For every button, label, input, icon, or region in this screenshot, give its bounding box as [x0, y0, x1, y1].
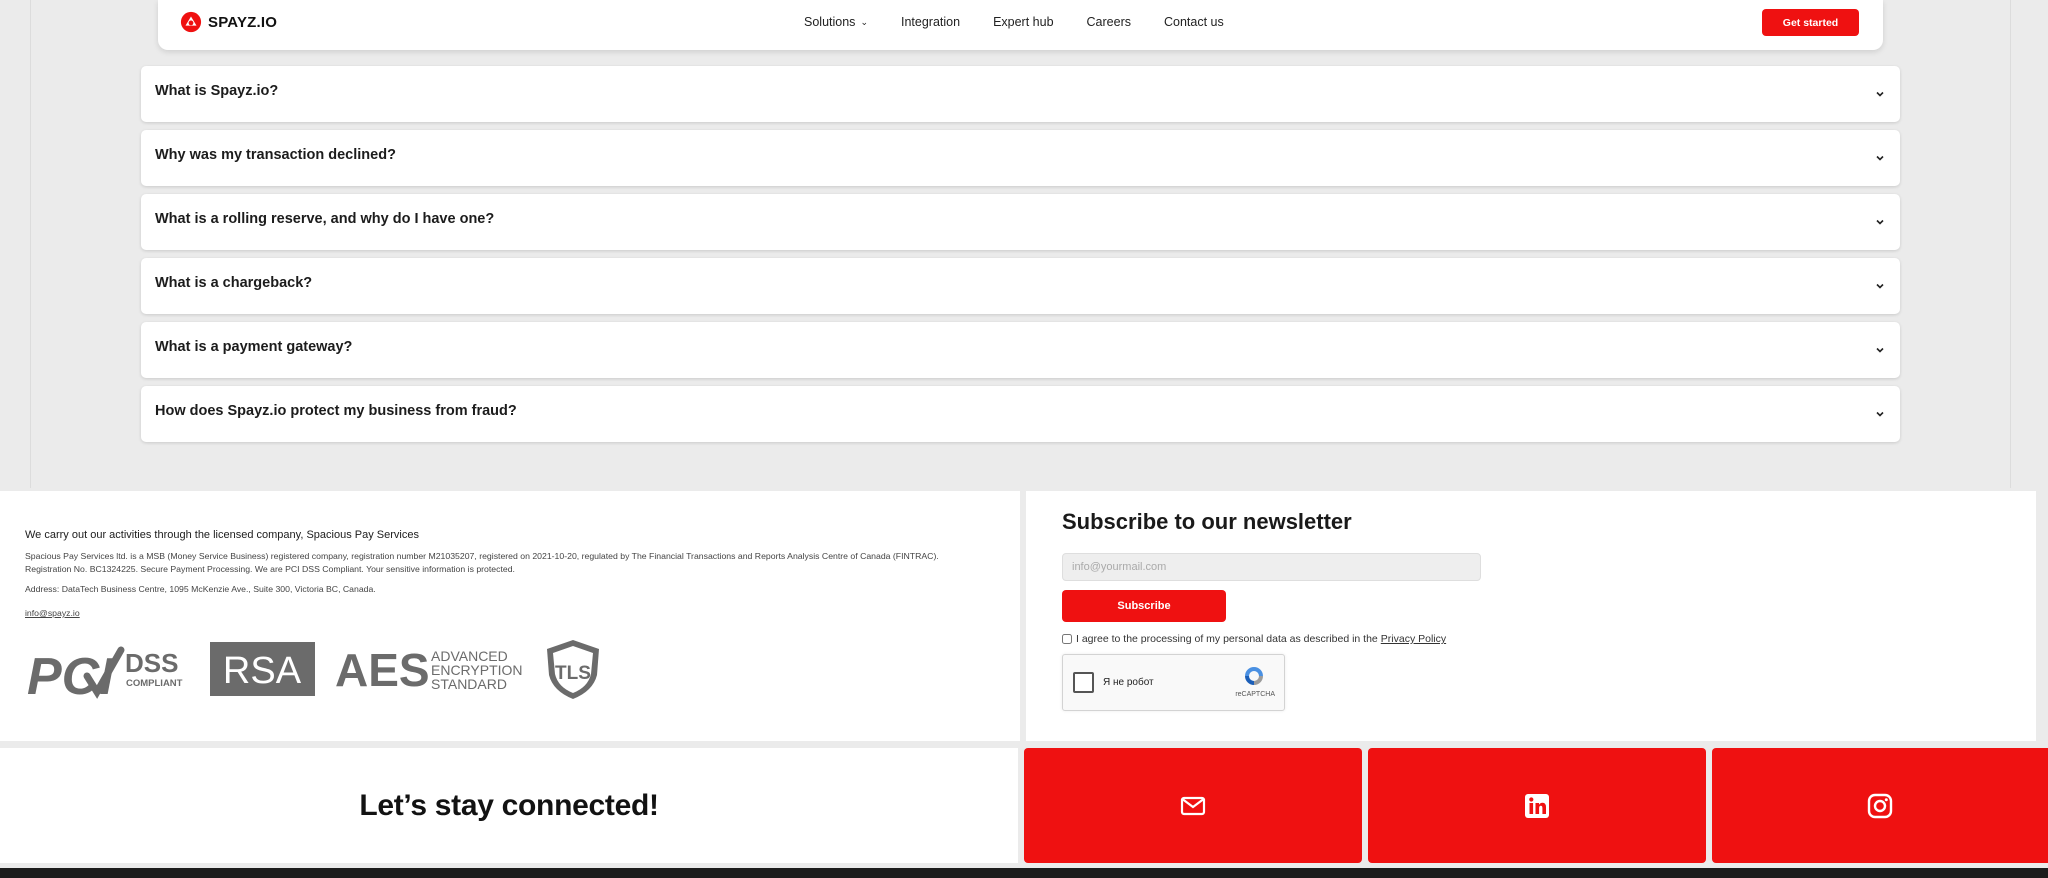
nav-link-expert-hub[interactable]: Expert hub — [993, 15, 1053, 29]
company-address: Address: DataTech Business Centre, 1095 … — [25, 584, 376, 594]
consent-text: I agree to the processing of my personal… — [1076, 633, 1378, 645]
instagram-social-button[interactable] — [1712, 748, 2048, 863]
left-guide-line — [30, 0, 31, 488]
tls-text: TLS — [555, 663, 591, 684]
faq-question: What is a payment gateway? — [155, 339, 353, 355]
faq-item[interactable]: Why was my transaction declined? — [141, 130, 1900, 186]
faq-item[interactable]: How does Spayz.io protect my business fr… — [141, 386, 1900, 442]
nav-link-label: Expert hub — [993, 15, 1054, 29]
pci-text: PCI — [27, 648, 115, 702]
linkedin-social-button[interactable] — [1368, 748, 1706, 863]
faq-question: What is a chargeback? — [155, 275, 313, 291]
legal-lead-text: We carry out our activities through the … — [25, 529, 419, 541]
spayz-logo-icon — [180, 11, 202, 33]
compliant-text: COMPLIANT — [126, 678, 183, 689]
recaptcha-brand: reCAPTCHA — [1235, 691, 1275, 698]
right-guide-line — [2010, 0, 2011, 488]
chevron-down-icon — [1876, 219, 1884, 225]
pci-dss-badge-icon: PCI DSS COMPLIANT — [27, 646, 183, 702]
privacy-policy-link[interactable]: Privacy Policy — [1381, 633, 1446, 645]
chevron-down-icon — [1876, 283, 1884, 289]
nav-link-label: Contact us — [1164, 15, 1224, 29]
consent-row: I agree to the processing of my personal… — [1062, 633, 2000, 645]
linkedin-icon — [1525, 793, 1549, 818]
rsa-badge-icon: RSA — [210, 642, 315, 696]
newsletter-panel: Subscribe to our newsletter Subscribe I … — [1026, 491, 2036, 741]
aes-line-3: STANDARD — [431, 676, 507, 692]
chevron-down-icon — [1876, 411, 1884, 417]
faq-question: What is a rolling reserve, and why do I … — [155, 211, 495, 227]
rsa-text: RSA — [223, 650, 302, 692]
recaptcha-logo-icon — [1245, 667, 1263, 685]
top-navigation: SPAYZ.IO Solutions ⌄ Integration Expert … — [158, 0, 1883, 50]
faq-list: What is Spayz.io? Why was my transaction… — [141, 66, 1900, 450]
faq-item[interactable]: What is a chargeback? — [141, 258, 1900, 314]
faq-question: What is Spayz.io? — [155, 83, 279, 99]
faq-question: How does Spayz.io protect my business fr… — [155, 403, 517, 419]
brand-logo[interactable]: SPAYZ.IO — [180, 11, 277, 33]
stay-connected-title: Let’s stay connected! — [359, 788, 659, 822]
nav-link-contact-us[interactable]: Contact us — [1164, 15, 1224, 29]
nav-links: Solutions ⌄ Integration Expert hub Caree… — [804, 15, 1257, 29]
footer-dark-strip — [0, 868, 2048, 878]
faq-item[interactable]: What is a payment gateway? — [141, 322, 1900, 378]
instagram-icon — [1867, 793, 1893, 818]
faq-question: Why was my transaction declined? — [155, 147, 396, 163]
nav-link-label: Careers — [1086, 15, 1131, 29]
nav-link-label: Integration — [900, 15, 961, 29]
mail-icon — [1180, 796, 1206, 815]
faq-item[interactable]: What is Spayz.io? — [141, 66, 1900, 122]
aes-text: AES — [335, 644, 430, 694]
aes-badge-icon: AES ADVANCED ENCRYPTION STANDARD — [335, 644, 523, 694]
nav-link-solutions[interactable]: Solutions ⌄ — [804, 15, 868, 29]
chevron-down-icon — [1876, 155, 1884, 161]
tls-shield-icon: TLS — [547, 640, 599, 699]
subscribe-button[interactable]: Subscribe — [1062, 590, 1226, 622]
newsletter-title: Subscribe to our newsletter — [1062, 509, 1352, 534]
nav-link-label: Solutions — [804, 15, 856, 29]
chevron-down-icon — [1876, 347, 1884, 353]
get-started-button[interactable]: Get started — [1762, 9, 1859, 36]
nav-link-careers[interactable]: Careers — [1087, 15, 1131, 29]
legal-info-panel: We carry out our activities through the … — [0, 491, 1020, 741]
recaptcha-label: Я не робот — [1103, 677, 1154, 688]
stay-connected-panel: Let’s stay connected! — [0, 748, 1018, 863]
contact-email-link[interactable]: info@spayz.io — [25, 608, 80, 618]
dss-text: DSS — [125, 648, 178, 678]
chevron-down-icon — [1876, 91, 1884, 97]
faq-item[interactable]: What is a rolling reserve, and why do I … — [141, 194, 1900, 250]
brand-name: SPAYZ.IO — [208, 13, 278, 31]
nav-link-integration[interactable]: Integration — [901, 15, 960, 29]
legal-details-text: Spacious Pay Services ltd. is a MSB (Mon… — [25, 551, 939, 574]
recaptcha-checkbox[interactable] — [1073, 672, 1094, 693]
consent-checkbox[interactable] — [1062, 634, 1072, 644]
newsletter-email-input[interactable] — [1062, 553, 1481, 581]
chevron-down-icon: ⌄ — [860, 16, 868, 27]
email-social-button[interactable] — [1024, 748, 1362, 863]
security-badges: PCI DSS COMPLIANT RSA AES ADVANCED ENCRY… — [25, 636, 623, 702]
recaptcha-widget: Я не робот reCAPTCHA — [1062, 654, 1285, 711]
